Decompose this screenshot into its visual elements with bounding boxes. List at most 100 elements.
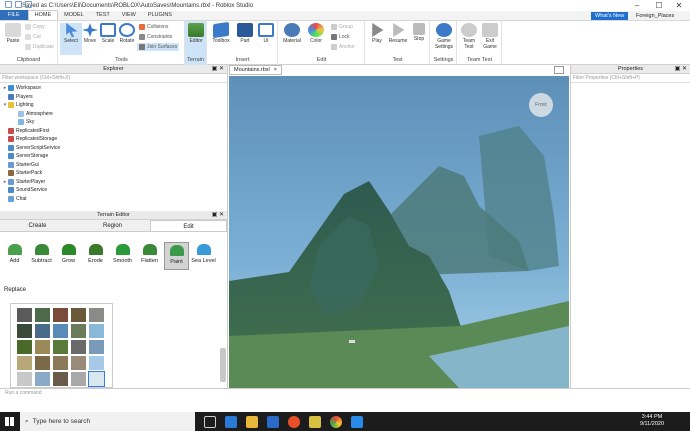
material-swatch[interactable]: [17, 308, 32, 322]
game-settings-button[interactable]: Game Settings: [433, 23, 455, 50]
cut-button[interactable]: Cut: [25, 34, 41, 40]
username[interactable]: Foreign_Places: [636, 13, 674, 19]
explorer-item[interactable]: ReplicatedFirst: [0, 127, 227, 136]
play-button[interactable]: Play: [366, 23, 388, 44]
explorer-item[interactable]: Atmosphere: [0, 110, 227, 119]
explorer-item[interactable]: StarterPack: [0, 169, 227, 178]
rotate-button[interactable]: Rotate: [116, 23, 138, 44]
group-button[interactable]: Group: [331, 24, 353, 30]
store-icon[interactable]: [267, 415, 279, 428]
explorer-item[interactable]: SoundService: [0, 186, 227, 195]
terrain-tool-paint[interactable]: Paint: [164, 242, 189, 270]
material-swatch[interactable]: [35, 356, 50, 370]
explorer-item[interactable]: StarterGui: [0, 161, 227, 170]
material-swatch[interactable]: [53, 324, 68, 338]
explorer-item[interactable]: Sky: [0, 118, 227, 127]
tab-plugins[interactable]: PLUGINS: [142, 11, 178, 20]
team-test-button[interactable]: Team Test: [458, 23, 480, 50]
material-swatch[interactable]: [71, 324, 86, 338]
duplicate-button[interactable]: Duplicate: [25, 44, 54, 50]
paste-button[interactable]: Paste: [2, 23, 24, 44]
lock-button[interactable]: Lock: [331, 34, 350, 40]
color-button[interactable]: Color: [305, 23, 327, 44]
tab-test[interactable]: TEST: [90, 11, 116, 20]
windows-start-icon[interactable]: [5, 417, 14, 426]
whats-new-button[interactable]: What's New: [591, 12, 629, 20]
chrome-icon[interactable]: [330, 415, 342, 428]
spawn-location[interactable]: [349, 340, 355, 343]
roblox-studio-icon[interactable]: [351, 415, 363, 428]
terrain-tool-subtract[interactable]: Subtract: [29, 242, 54, 270]
3d-scene[interactable]: [229, 76, 569, 388]
collisions-toggle[interactable]: Collisions: [139, 24, 168, 30]
maximize-icon[interactable]: [554, 66, 564, 74]
explorer-filter-input[interactable]: Filter workspace (Ctrl+Shift+X): [0, 74, 227, 83]
copy-button[interactable]: Copy: [25, 24, 45, 30]
explorer-item[interactable]: Chat: [0, 195, 227, 204]
explorer-item[interactable]: ReplicatedStorage: [0, 135, 227, 144]
constraints-toggle[interactable]: Constraints: [139, 34, 172, 40]
resume-button[interactable]: Resume: [387, 23, 409, 44]
stop-button[interactable]: Stop: [408, 23, 430, 42]
command-bar[interactable]: Run a command: [0, 388, 690, 398]
task-view-icon[interactable]: [204, 415, 216, 428]
explorer-item[interactable]: ▸ Workspace: [0, 84, 227, 93]
redo-icon[interactable]: [25, 1, 32, 8]
anchor-button[interactable]: Anchor: [331, 44, 355, 50]
join-surfaces-toggle[interactable]: Join Surfaces: [137, 43, 180, 51]
material-swatch[interactable]: [89, 340, 104, 354]
tab-region[interactable]: Region: [75, 220, 150, 231]
terrain-tool-flatten[interactable]: Flatten: [137, 242, 162, 270]
material-swatch[interactable]: [89, 308, 104, 322]
view-cube[interactable]: Front: [529, 93, 553, 117]
maximize-button[interactable]: ☐: [648, 0, 670, 11]
material-swatch[interactable]: [89, 324, 104, 338]
taskbar-search-input[interactable]: ⌕ Type here to search: [20, 412, 195, 431]
close-icon[interactable]: ▣ ✕: [212, 65, 224, 74]
close-icon[interactable]: ▣ ✕: [212, 211, 224, 220]
save-icon[interactable]: [5, 1, 12, 8]
material-swatch[interactable]: [53, 308, 68, 322]
tab-edit[interactable]: Edit: [150, 220, 227, 231]
material-swatch[interactable]: [35, 308, 50, 322]
firefox-icon[interactable]: [288, 415, 300, 428]
file-explorer-icon[interactable]: [246, 415, 258, 428]
material-swatch[interactable]: [35, 372, 50, 386]
close-icon[interactable]: ▣ ✕: [675, 65, 687, 74]
material-swatch[interactable]: [71, 372, 86, 386]
undo-icon[interactable]: [15, 1, 22, 8]
material-button[interactable]: Material: [281, 23, 303, 44]
terrain-tool-sea-level[interactable]: Sea Level: [191, 242, 216, 270]
viewport-tab[interactable]: Mountains.rbxl ×: [229, 65, 282, 75]
exit-game-button[interactable]: Exit Game: [479, 23, 501, 50]
terrain-editor-button[interactable]: Editor: [185, 23, 207, 44]
tab-create[interactable]: Create: [0, 220, 75, 231]
explorer-item[interactable]: ▸ StarterPlayer: [0, 178, 227, 187]
explorer-item[interactable]: ServerStorage: [0, 152, 227, 161]
material-swatch[interactable]: [35, 340, 50, 354]
minimize-button[interactable]: –: [626, 0, 648, 11]
explorer-item[interactable]: Players: [0, 93, 227, 102]
ui-button[interactable]: UI: [255, 23, 277, 44]
tab-model[interactable]: MODEL: [58, 11, 90, 20]
material-swatch[interactable]: [17, 340, 32, 354]
material-swatch[interactable]: [71, 308, 86, 322]
properties-filter-input[interactable]: Filter Properties (Ctrl+Shift+P): [571, 74, 690, 83]
material-swatch[interactable]: [53, 340, 68, 354]
tab-home[interactable]: HOME: [27, 10, 59, 20]
tab-file[interactable]: FILE: [0, 10, 28, 20]
scrollbar[interactable]: [220, 348, 226, 382]
close-icon[interactable]: ×: [274, 67, 277, 73]
material-swatch[interactable]: [17, 324, 32, 338]
terrain-tool-add[interactable]: Add: [2, 242, 27, 270]
tab-view[interactable]: VIEW: [116, 11, 142, 20]
material-swatch[interactable]: [17, 356, 32, 370]
terrain-tool-erode[interactable]: Erode: [83, 242, 108, 270]
part-button[interactable]: Part: [234, 23, 256, 44]
material-swatch[interactable]: [53, 372, 68, 386]
material-swatch[interactable]: [88, 371, 105, 387]
terrain-tool-smooth[interactable]: Smooth: [110, 242, 135, 270]
terrain-tool-grow[interactable]: Grow: [56, 242, 81, 270]
toolbox-button[interactable]: Toolbox: [210, 21, 232, 44]
material-swatch[interactable]: [35, 324, 50, 338]
